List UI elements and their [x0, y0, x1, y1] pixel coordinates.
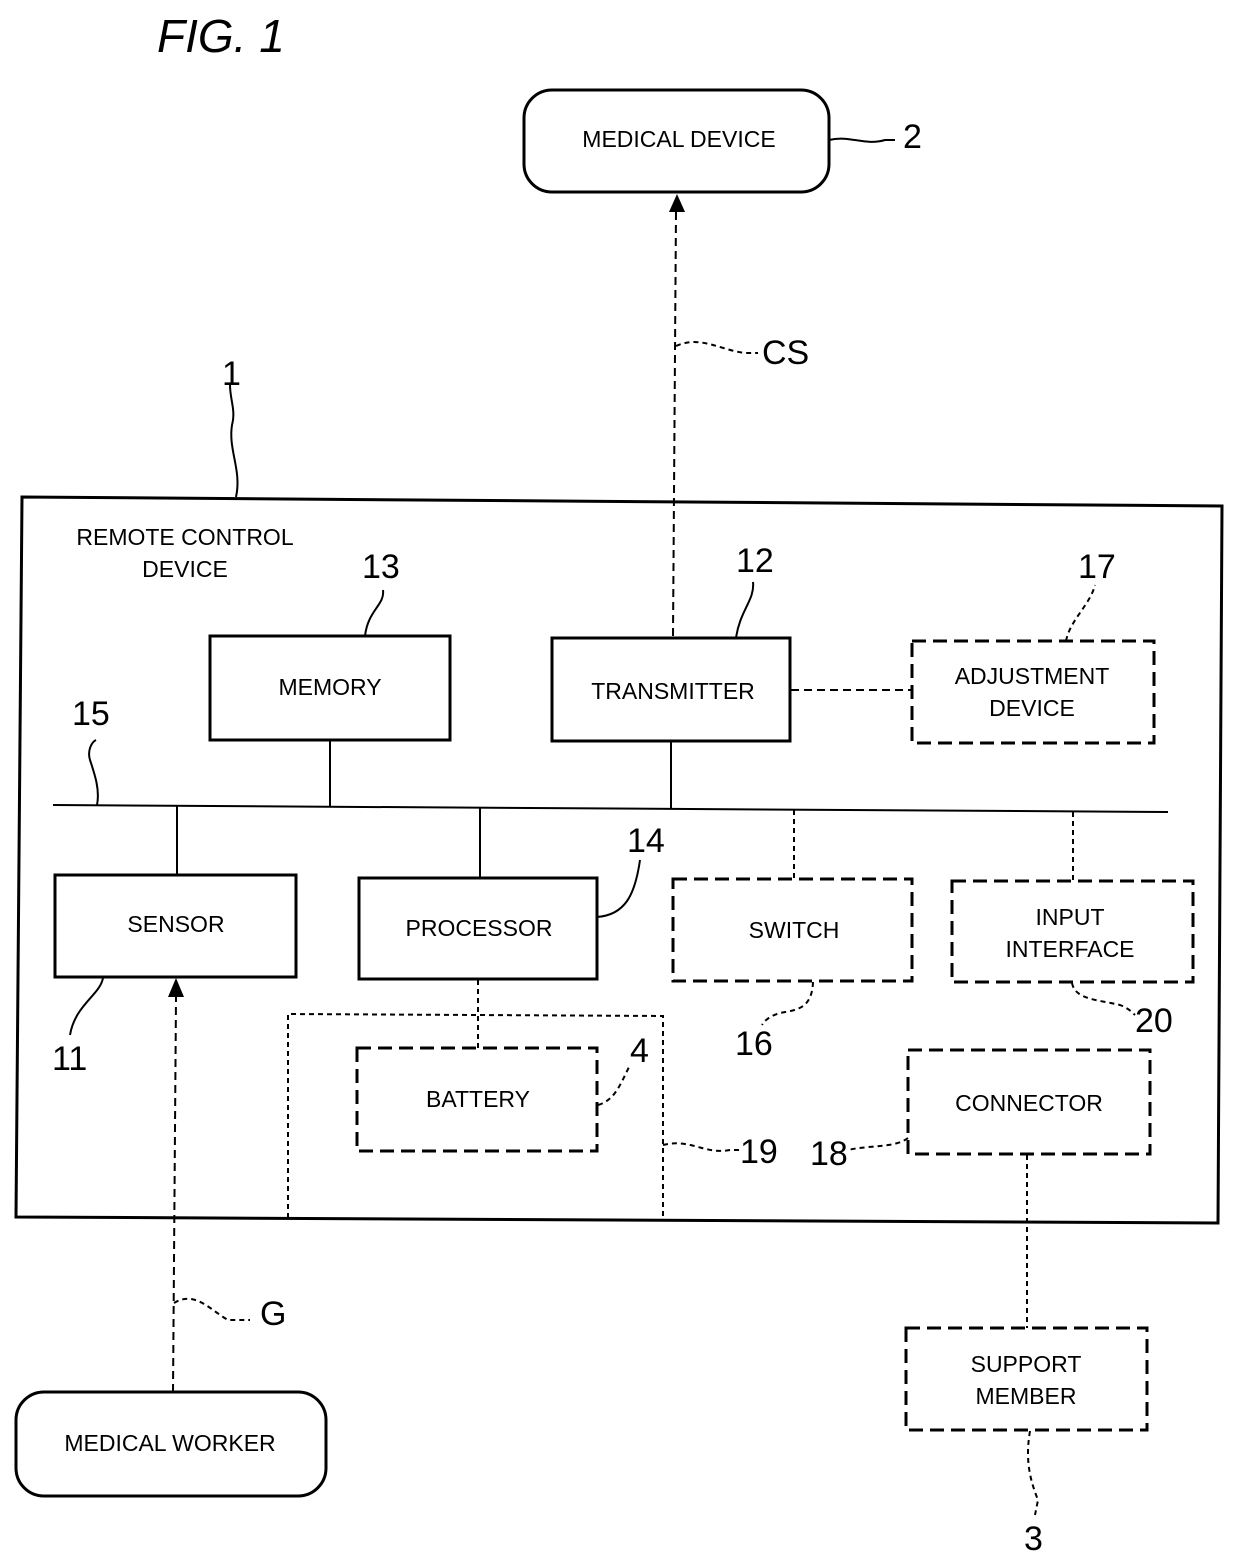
- memory-leader: [364, 589, 385, 637]
- remote-control-device-ref: 1: [222, 355, 241, 393]
- input-interface-ref: 20: [1135, 1002, 1173, 1040]
- gesture-label: G: [260, 1295, 286, 1333]
- input-interface-node: INPUT INTERFACE 20: [950, 812, 1195, 1040]
- battery-housing-leader: [662, 1142, 740, 1152]
- switch-ref: 16: [735, 1025, 773, 1063]
- control-signal-leader: [675, 341, 758, 354]
- memory-node: MEMORY 13: [208, 548, 452, 806]
- medical-worker-label: MEDICAL WORKER: [64, 1430, 275, 1456]
- switch-label: SWITCH: [749, 917, 840, 943]
- support-member-label-line2: MEMBER: [976, 1383, 1077, 1409]
- processor-leader: [596, 859, 641, 918]
- transmitter-ref: 12: [736, 542, 774, 580]
- input-interface-box: [950, 879, 1195, 984]
- bus-line: [52, 804, 1169, 813]
- connector-node: CONNECTOR 18: [810, 1048, 1152, 1328]
- transmitter-leader: [735, 581, 755, 639]
- remote-control-device-leader: [229, 384, 239, 498]
- gesture-arrowhead: [168, 978, 184, 997]
- adjustment-device-node: ADJUSTMENT DEVICE 17: [910, 548, 1156, 745]
- battery-label: BATTERY: [426, 1086, 530, 1112]
- transmitter-node: TRANSMITTER 12: [550, 542, 912, 808]
- medical-device-leader: [828, 137, 895, 143]
- sensor-leader: [69, 977, 104, 1036]
- medical-device-label: MEDICAL DEVICE: [582, 126, 775, 152]
- support-member-leader: [1027, 1430, 1040, 1516]
- control-signal-arrowhead: [669, 194, 685, 212]
- input-interface-label-line1: INPUT: [1036, 904, 1105, 930]
- adjustment-device-label-line2: DEVICE: [989, 695, 1075, 721]
- adjustment-device-label-line1: ADJUSTMENT: [955, 663, 1110, 689]
- sensor-ref: 11: [52, 1040, 87, 1078]
- processor-node: PROCESSOR 14: [357, 808, 665, 1048]
- switch-leader: [761, 981, 814, 1026]
- remote-control-device-label-line2: DEVICE: [142, 556, 228, 582]
- gesture-arrow: G: [168, 978, 286, 1393]
- medical-device-ref: 2: [903, 118, 922, 156]
- processor-ref: 14: [627, 822, 665, 860]
- control-signal-label: CS: [762, 334, 809, 372]
- memory-ref: 13: [362, 548, 400, 586]
- transmitter-label: TRANSMITTER: [591, 678, 755, 704]
- input-interface-label-line2: INTERFACE: [1005, 936, 1134, 962]
- support-member-ref: 3: [1024, 1520, 1043, 1558]
- adjustment-device-box: [910, 639, 1156, 745]
- medical-device-node: MEDICAL DEVICE 2: [522, 88, 922, 194]
- connector-label: CONNECTOR: [955, 1090, 1103, 1116]
- battery-housing-ref: 19: [740, 1133, 778, 1171]
- memory-label: MEMORY: [278, 674, 381, 700]
- bus-leader: [88, 739, 99, 806]
- support-member-box: [904, 1326, 1149, 1432]
- input-interface-leader: [1071, 982, 1136, 1016]
- control-signal-line: [672, 209, 677, 637]
- battery-ref: 4: [630, 1032, 649, 1070]
- battery-node: BATTERY 4: [355, 1032, 649, 1153]
- support-member-label-line1: SUPPORT: [971, 1351, 1082, 1377]
- adjustment-device-leader: [1065, 584, 1096, 642]
- connector-leader: [847, 1137, 909, 1151]
- sensor-node: SENSOR 11: [52, 806, 298, 1078]
- medical-worker-node: MEDICAL WORKER: [14, 1390, 328, 1498]
- gesture-line: [172, 996, 177, 1393]
- support-member-node: SUPPORT MEMBER 3: [904, 1326, 1149, 1558]
- switch-node: SWITCH 16: [671, 810, 914, 1063]
- sensor-label: SENSOR: [127, 911, 224, 937]
- block-diagram: FIG. 1 MEDICAL DEVICE 2 CS REMOTE CONTRO…: [14, 10, 1224, 1558]
- remote-control-device-label-line1: REMOTE CONTROL: [76, 524, 293, 550]
- bus-ref: 15: [72, 695, 110, 733]
- processor-label: PROCESSOR: [406, 915, 553, 941]
- figure-title: FIG. 1: [157, 10, 285, 62]
- battery-leader: [597, 1064, 631, 1106]
- adjustment-device-ref: 17: [1078, 548, 1116, 586]
- gesture-leader: [173, 1297, 250, 1321]
- connector-ref: 18: [810, 1135, 848, 1173]
